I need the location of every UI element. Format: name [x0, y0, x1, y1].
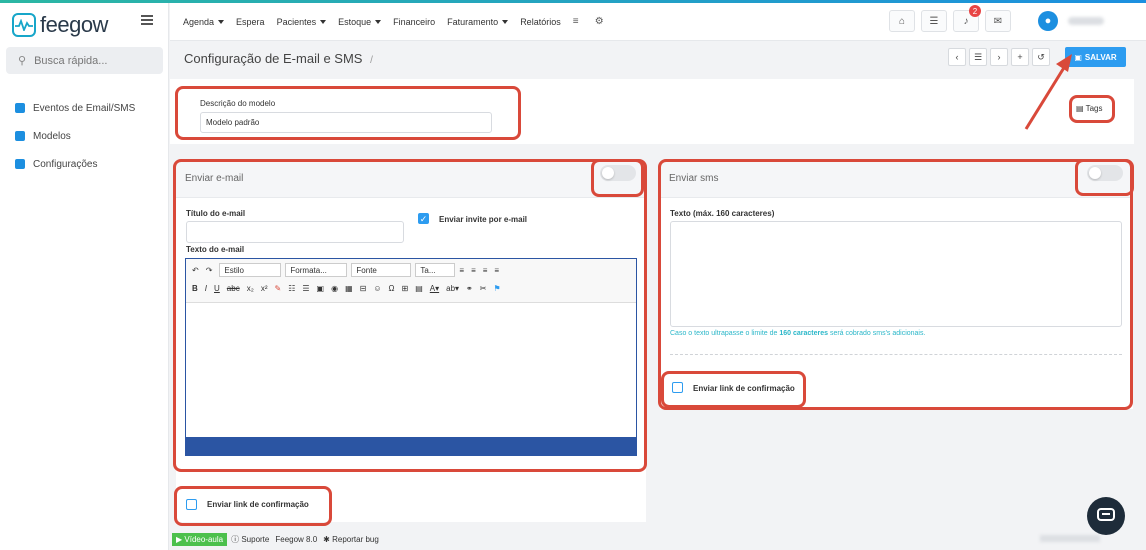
chat-button[interactable] — [1087, 497, 1125, 535]
menu-label: Estoque — [338, 17, 372, 27]
menu-toggle-icon[interactable] — [141, 15, 153, 25]
chat-icon[interactable]: ✉ — [985, 10, 1011, 32]
video-label: Vídeo-aula — [184, 534, 224, 544]
quick-search-input[interactable]: ⚲ Busca rápida... — [6, 47, 163, 74]
help-icon: ⓘ — [231, 534, 240, 544]
chevron-down-icon — [502, 20, 509, 24]
settings-icon — [15, 159, 25, 169]
notification-badge: 2 — [969, 5, 981, 17]
sidebar-item-configuracoes[interactable]: Configurações — [15, 150, 135, 178]
sidebar-item-modelos[interactable]: Modelos — [15, 122, 135, 150]
highlight-email-confirm — [174, 486, 332, 526]
highlight-sms-confirm — [661, 371, 806, 408]
database-icon[interactable]: ≡ — [573, 17, 583, 27]
sidebar-item-label: Configurações — [33, 158, 98, 170]
annotation-arrow — [1024, 54, 1072, 130]
version-label: Feegow 8.0 — [275, 534, 318, 544]
user-avatar[interactable]: ● — [1038, 11, 1058, 31]
sidebar: feegow ⚲ Busca rápida... Eventos de Emai… — [0, 3, 169, 550]
list-icon[interactable]: ☰ — [969, 48, 987, 66]
sidebar-item-eventos[interactable]: Eventos de Email/SMS — [15, 94, 135, 122]
quick-search-placeholder: Busca rápida... — [34, 54, 108, 67]
sidebar-item-label: Modelos — [33, 130, 71, 142]
main-menu: Agenda Espera Pacientes Estoque Financei… — [183, 3, 617, 41]
inbox-icon[interactable]: ⌂ — [889, 10, 915, 32]
video-lesson-button[interactable]: ▶ Vídeo-aula — [172, 532, 228, 546]
menu-label: Relatórios — [520, 17, 561, 27]
sidebar-item-label: Eventos de Email/SMS — [33, 102, 136, 114]
models-icon — [15, 131, 25, 141]
search-icon: ⚲ — [18, 55, 27, 67]
prev-icon[interactable]: ‹ — [948, 48, 966, 66]
user-name-blurred — [1068, 17, 1104, 25]
menu-label: Faturamento — [447, 17, 499, 27]
video-icon: ▶ — [176, 534, 183, 544]
top-bar: Agenda Espera Pacientes Estoque Financei… — [170, 3, 1146, 41]
breadcrumb-separator: / — [370, 55, 373, 66]
page-header: Configuração de E-mail e SMS / ‹ ☰ › + ↺… — [170, 42, 1146, 76]
menu-estoque[interactable]: Estoque — [338, 17, 382, 27]
highlight-email-toggle — [591, 159, 644, 197]
chevron-down-icon — [218, 20, 225, 24]
topbar-actions: ⌂ ☰ ♪ 2 ✉ — [889, 5, 1017, 32]
sidebar-nav: Eventos de Email/SMS Modelos Configuraçõ… — [15, 94, 135, 178]
menu-label: Pacientes — [276, 17, 317, 27]
chat-bubble-icon — [1097, 508, 1115, 521]
gear-icon[interactable]: ⚙ — [595, 17, 605, 27]
bug-icon: ✱ — [323, 534, 330, 544]
menu-label: Agenda — [183, 17, 215, 27]
menu-relatorios[interactable]: Relatórios — [520, 17, 561, 27]
menu-label: Financeiro — [393, 17, 436, 27]
highlight-email-panel — [173, 159, 647, 472]
menu-pacientes[interactable]: Pacientes — [277, 17, 327, 27]
checklist-icon[interactable]: ☰ — [921, 10, 947, 32]
logo[interactable]: feegow — [12, 11, 108, 39]
page-title: Configuração de E-mail e SMS / — [184, 51, 373, 66]
menu-financeiro[interactable]: Financeiro — [393, 17, 435, 27]
report-bug-link[interactable]: ✱ Reportar bug — [323, 535, 379, 544]
logo-pulse-icon — [12, 13, 36, 37]
menu-agenda[interactable]: Agenda — [183, 17, 225, 27]
next-icon[interactable]: › — [990, 48, 1008, 66]
chevron-down-icon — [375, 20, 382, 24]
support-link[interactable]: ⓘ Suporte — [231, 534, 269, 545]
save-label: SALVAR — [1084, 52, 1117, 62]
highlight-model-desc — [175, 86, 521, 140]
menu-faturamento[interactable]: Faturamento — [447, 17, 509, 27]
page-title-text: Configuração de E-mail e SMS — [184, 51, 363, 66]
footer-blurred-text — [1040, 535, 1100, 542]
highlight-sms-toggle — [1075, 159, 1134, 196]
bell-icon[interactable]: ♪ 2 — [953, 5, 981, 32]
support-label: Suporte — [241, 534, 270, 544]
footer-bar: ▶ Vídeo-aula ⓘ Suporte Feegow 8.0 ✱ Repo… — [172, 531, 385, 547]
menu-espera[interactable]: Espera — [236, 17, 265, 27]
menu-label: Espera — [236, 17, 265, 27]
events-icon — [15, 103, 25, 113]
chevron-down-icon — [320, 20, 327, 24]
bug-label: Reportar bug — [332, 534, 379, 544]
logo-text: feegow — [40, 12, 108, 37]
